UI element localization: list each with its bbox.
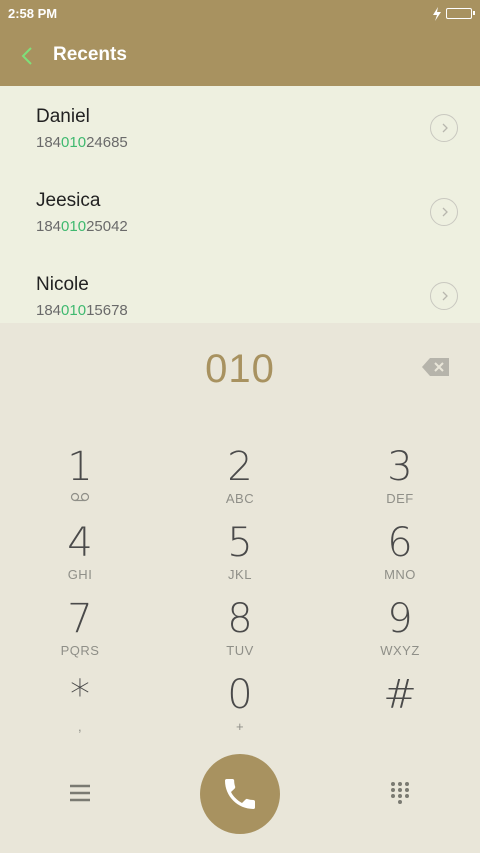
list-item[interactable]: Jeesica 18401025042: [0, 170, 480, 254]
key-6[interactable]: 6 MNO: [320, 517, 480, 593]
contact-name: Daniel: [36, 106, 90, 127]
contact-number: 18401015678: [36, 302, 128, 319]
backspace-icon[interactable]: [421, 356, 451, 378]
contact-name: Nicole: [36, 274, 89, 295]
dialpad: 010 1 2 ABC 3 DEF 4 GHI 5 JKL 6 MNO 7 PQ…: [0, 323, 480, 853]
recents-list: Daniel 18401024685 Jeesica 18401025042 N…: [0, 86, 480, 323]
contact-number: 18401024685: [36, 134, 128, 151]
voicemail-icon: [0, 491, 160, 507]
key-7[interactable]: 7 PQRS: [0, 593, 160, 669]
details-chevron-icon[interactable]: [430, 114, 458, 142]
key-1[interactable]: 1: [0, 441, 160, 517]
number-match: 010: [61, 302, 87, 319]
key-0[interactable]: 0 +: [160, 669, 320, 745]
key-star[interactable]: * ,: [0, 669, 160, 745]
dialed-number[interactable]: 010: [0, 347, 480, 392]
key-2[interactable]: 2 ABC: [160, 441, 320, 517]
key-4[interactable]: 4 GHI: [0, 517, 160, 593]
contact-number: 18401025042: [36, 218, 128, 235]
key-3[interactable]: 3 DEF: [320, 441, 480, 517]
number-match: 010: [61, 134, 87, 151]
dialpad-grid-icon[interactable]: [386, 779, 414, 807]
list-item[interactable]: Daniel 18401024685: [0, 86, 480, 170]
status-bar: 2:58 PM: [0, 0, 480, 28]
list-item[interactable]: Nicole 18401015678: [0, 254, 480, 323]
number-match: 010: [61, 218, 87, 235]
key-5[interactable]: 5 JKL: [160, 517, 320, 593]
status-time: 2:58 PM: [8, 6, 58, 21]
charging-icon: [432, 6, 442, 25]
key-8[interactable]: 8 TUV: [160, 593, 320, 669]
call-button[interactable]: [200, 754, 280, 834]
battery-icon: [446, 8, 475, 19]
menu-icon[interactable]: [66, 779, 94, 807]
key-9[interactable]: 9 WXYZ: [320, 593, 480, 669]
back-arrow-icon[interactable]: [16, 42, 40, 70]
details-chevron-icon[interactable]: [430, 198, 458, 226]
contact-name: Jeesica: [36, 190, 101, 211]
page-title: Recents: [53, 44, 127, 65]
details-chevron-icon[interactable]: [430, 282, 458, 310]
phone-icon: [225, 779, 255, 809]
app-header: Recents: [0, 28, 480, 86]
key-hash[interactable]: #: [320, 669, 480, 745]
